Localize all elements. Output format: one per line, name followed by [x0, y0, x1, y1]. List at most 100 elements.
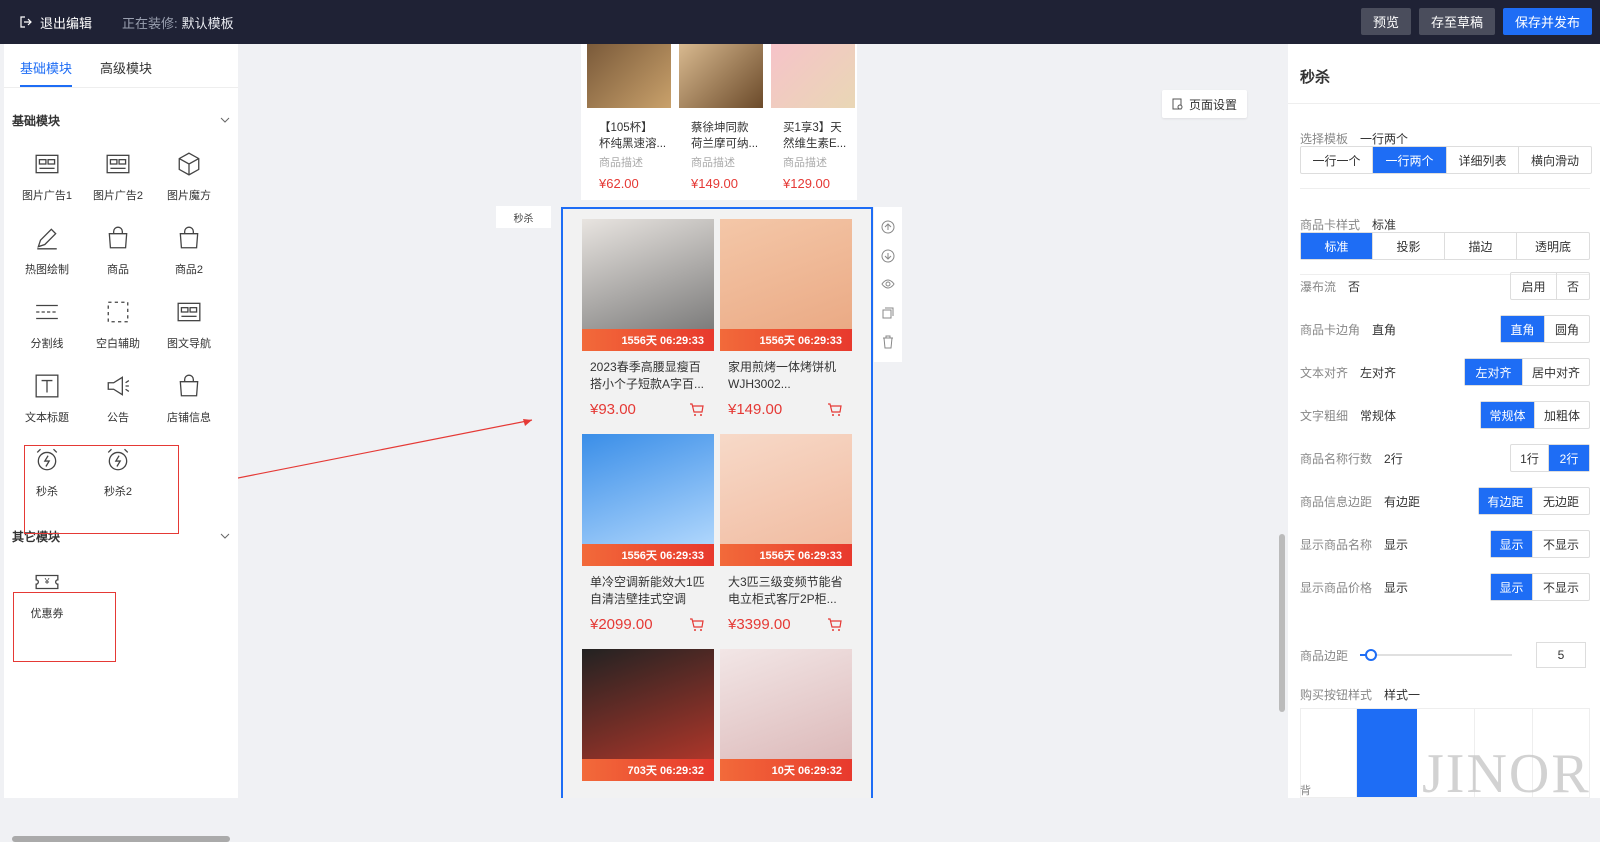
- copy-icon[interactable]: [881, 306, 895, 320]
- basic-modules-header[interactable]: 基础模块: [4, 110, 238, 130]
- module-item[interactable]: 商品: [83, 214, 153, 288]
- option-button[interactable]: 不显示: [1533, 531, 1589, 557]
- module-label: 图文导航: [167, 338, 211, 350]
- option-button[interactable]: 横向滑动: [1519, 147, 1591, 173]
- module-label: 公告: [107, 412, 129, 424]
- option-button[interactable]: 直角: [1501, 316, 1545, 342]
- product-price: ¥3399.00: [728, 616, 791, 633]
- countdown-timer: 1556天 06:29:33: [759, 335, 842, 347]
- cube-icon: [178, 152, 200, 176]
- flash-sale-card[interactable]: 1556天 06:29:33 2023春季高腰显瘦百搭小个子短款A字百... ¥9…: [582, 219, 714, 418]
- option-button[interactable]: 居中对齐: [1523, 359, 1589, 385]
- option-button[interactable]: 显示: [1491, 531, 1533, 557]
- flash-sale-card[interactable]: 1556天 06:29:33 大3匹三级变频节能省电立柜式客厅2P柜... ¥33…: [720, 434, 852, 633]
- option-button[interactable]: 一行一个: [1301, 147, 1373, 173]
- trash-icon[interactable]: [881, 335, 895, 349]
- divider: [1300, 188, 1590, 189]
- option-button[interactable]: 1行: [1511, 445, 1549, 471]
- option-button[interactable]: 无边距: [1533, 488, 1589, 514]
- horizontal-scrollbar[interactable]: [12, 836, 230, 842]
- flash-sale-card[interactable]: 1556天 06:29:33 单冷空调新能效大1匹自清洁壁挂式空调 ¥2099.0…: [582, 434, 714, 633]
- flash-sale-card[interactable]: 703天 06:29:32: [582, 649, 714, 781]
- option-button[interactable]: 详细列表: [1447, 147, 1519, 173]
- cart-icon[interactable]: [689, 402, 704, 417]
- card-style-options: 标准 投影 描边 透明底: [1300, 232, 1590, 260]
- product-name: 蔡徐坤同款 荷兰摩可纳...: [679, 120, 763, 152]
- product-image: 1556天 06:29:33: [720, 219, 852, 351]
- margin-row: 商品边距 5: [1300, 642, 1590, 668]
- page-settings-button[interactable]: 页面设置: [1162, 90, 1248, 118]
- flash-sale-section[interactable]: 1556天 06:29:33 2023春季高腰显瘦百搭小个子短款A字百... ¥9…: [561, 207, 873, 798]
- option-button[interactable]: 描边: [1445, 233, 1517, 259]
- product-price: ¥149.00: [728, 401, 783, 418]
- option-button[interactable]: 显示: [1491, 574, 1533, 600]
- cart-icon[interactable]: [827, 402, 842, 417]
- module-label: 图片魔方: [167, 190, 211, 202]
- module-item[interactable]: 分割线: [12, 288, 82, 362]
- flash-sale-card[interactable]: 10天 06:29:32: [720, 649, 852, 781]
- option-button[interactable]: 2行: [1549, 445, 1589, 471]
- option-button[interactable]: 左对齐: [1465, 359, 1523, 385]
- module-item[interactable]: 图片广告1: [12, 140, 82, 214]
- option-button[interactable]: 圆角: [1545, 316, 1589, 342]
- product-name-line2: 杯纯黑速溶...: [599, 138, 667, 150]
- setting-value: 直角: [1372, 323, 1397, 337]
- module-item[interactable]: 店铺信息: [154, 362, 224, 436]
- option-button[interactable]: 一行两个: [1373, 147, 1447, 173]
- option-button[interactable]: 启用: [1511, 273, 1557, 299]
- option-button[interactable]: 常规体: [1481, 402, 1535, 428]
- move-down-icon[interactable]: [881, 249, 895, 263]
- editing-status: 正在装修: 默认模板: [122, 13, 234, 32]
- tab-basic-modules[interactable]: 基础模块: [20, 44, 73, 87]
- product-card[interactable]: 蔡徐坤同款 荷兰摩可纳... 商品描述 ¥149.00: [679, 44, 763, 191]
- name-lines-row: 商品名称行数 2行: [1300, 450, 1403, 467]
- option-button[interactable]: 投影: [1373, 233, 1445, 259]
- product-name: 单冷空调新能效大1匹自清洁壁挂式空调: [590, 575, 705, 606]
- module-item[interactable]: 图片魔方: [154, 140, 224, 214]
- setting-label: 文字粗细: [1300, 409, 1349, 423]
- buy-button-style-label: 购买按钮样式: [1300, 688, 1373, 702]
- margin-slider[interactable]: [1360, 648, 1513, 662]
- option-button[interactable]: 加粗体: [1535, 402, 1589, 428]
- eye-icon[interactable]: [881, 277, 895, 291]
- preview-button[interactable]: 预览: [1360, 8, 1411, 35]
- product-name: 【105杯】 杯纯黑速溶...: [587, 120, 671, 152]
- slider-handle[interactable]: [1364, 649, 1377, 661]
- product-card[interactable]: 买1享3】天 然维生素E... 商品描述 ¥129.00: [771, 44, 855, 191]
- module-item[interactable]: 图文导航: [154, 288, 224, 362]
- exit-edit-button[interactable]: 退出编辑: [20, 13, 92, 32]
- option-button[interactable]: 不显示: [1533, 574, 1589, 600]
- cart-icon[interactable]: [689, 617, 704, 632]
- module-item[interactable]: 热图绘制: [12, 214, 82, 288]
- option-button[interactable]: 否: [1557, 273, 1589, 299]
- option-button[interactable]: 标准: [1301, 233, 1373, 259]
- save-draft-button[interactable]: 存至草稿: [1418, 8, 1495, 35]
- annotation-arrow: [238, 419, 533, 479]
- margin-input[interactable]: 5: [1536, 642, 1587, 668]
- flash-sale-card[interactable]: 1556天 06:29:33 家用煎烤一体烤饼机WJH3002... ¥149.0…: [720, 219, 852, 418]
- goods-section[interactable]: 【105杯】 杯纯黑速溶... 商品描述 ¥62.00 蔡徐坤同款 荷兰摩可纳...…: [581, 44, 857, 200]
- show-name-options: 显示 不显示: [1490, 530, 1590, 558]
- buy-button-style-row: 购买按钮样式 样式一: [1300, 686, 1420, 703]
- module-label: 空白辅助: [96, 338, 140, 350]
- setting-value: 有边距: [1384, 495, 1421, 509]
- exit-icon: [20, 16, 32, 28]
- top-bar: 退出编辑 正在装修: 默认模板 预览 存至草稿 保存并发布: [0, 0, 1600, 44]
- module-item[interactable]: 文本标题: [12, 362, 82, 436]
- show-price-row: 显示商品价格 显示: [1300, 579, 1408, 596]
- option-button[interactable]: 有边距: [1479, 488, 1533, 514]
- canvas-scrollbar[interactable]: [1279, 534, 1285, 712]
- countdown-bar: 1556天 06:29:33: [720, 329, 852, 351]
- module-item[interactable]: 图片广告2: [83, 140, 153, 214]
- module-item[interactable]: 空白辅助: [83, 288, 153, 362]
- option-button[interactable]: 透明底: [1517, 233, 1589, 259]
- product-name: 大3匹三级变频节能省电立柜式客厅2P柜...: [728, 575, 843, 606]
- product-card[interactable]: 【105杯】 杯纯黑速溶... 商品描述 ¥62.00: [587, 44, 671, 191]
- chevron-down-icon: [220, 117, 230, 123]
- module-item[interactable]: 商品2: [154, 214, 224, 288]
- move-up-icon[interactable]: [881, 220, 895, 234]
- save-publish-button[interactable]: 保存并发布: [1502, 8, 1592, 35]
- module-item[interactable]: 公告: [83, 362, 153, 436]
- cart-icon[interactable]: [827, 617, 842, 632]
- tab-advanced-modules[interactable]: 高级模块: [100, 44, 152, 87]
